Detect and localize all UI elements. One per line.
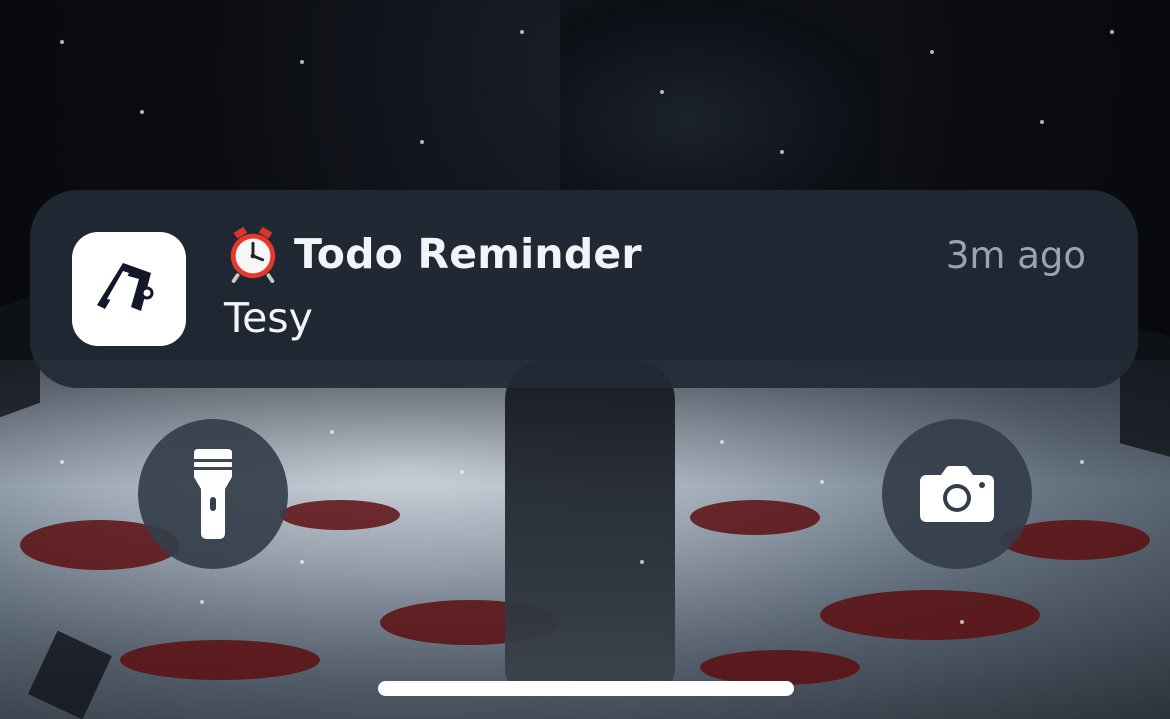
camera-button[interactable] [882,419,1032,569]
camera-icon [920,466,994,522]
notification-card[interactable]: Todo Reminder 3m ago Tesy [30,190,1138,388]
alarm-clock-icon [230,226,276,283]
lock-screen: Todo Reminder 3m ago Tesy [0,0,1170,719]
todo-app-icon [72,232,186,346]
notification-body: Tesy [224,294,313,342]
flashlight-icon [194,449,232,539]
home-indicator[interactable] [378,681,794,696]
notification-header: Todo Reminder [224,224,642,284]
flashlight-button[interactable] [138,419,288,569]
notification-title: Todo Reminder [294,230,642,278]
todo-app-logo [97,263,154,311]
notification-timestamp: 3m ago [945,234,1086,277]
